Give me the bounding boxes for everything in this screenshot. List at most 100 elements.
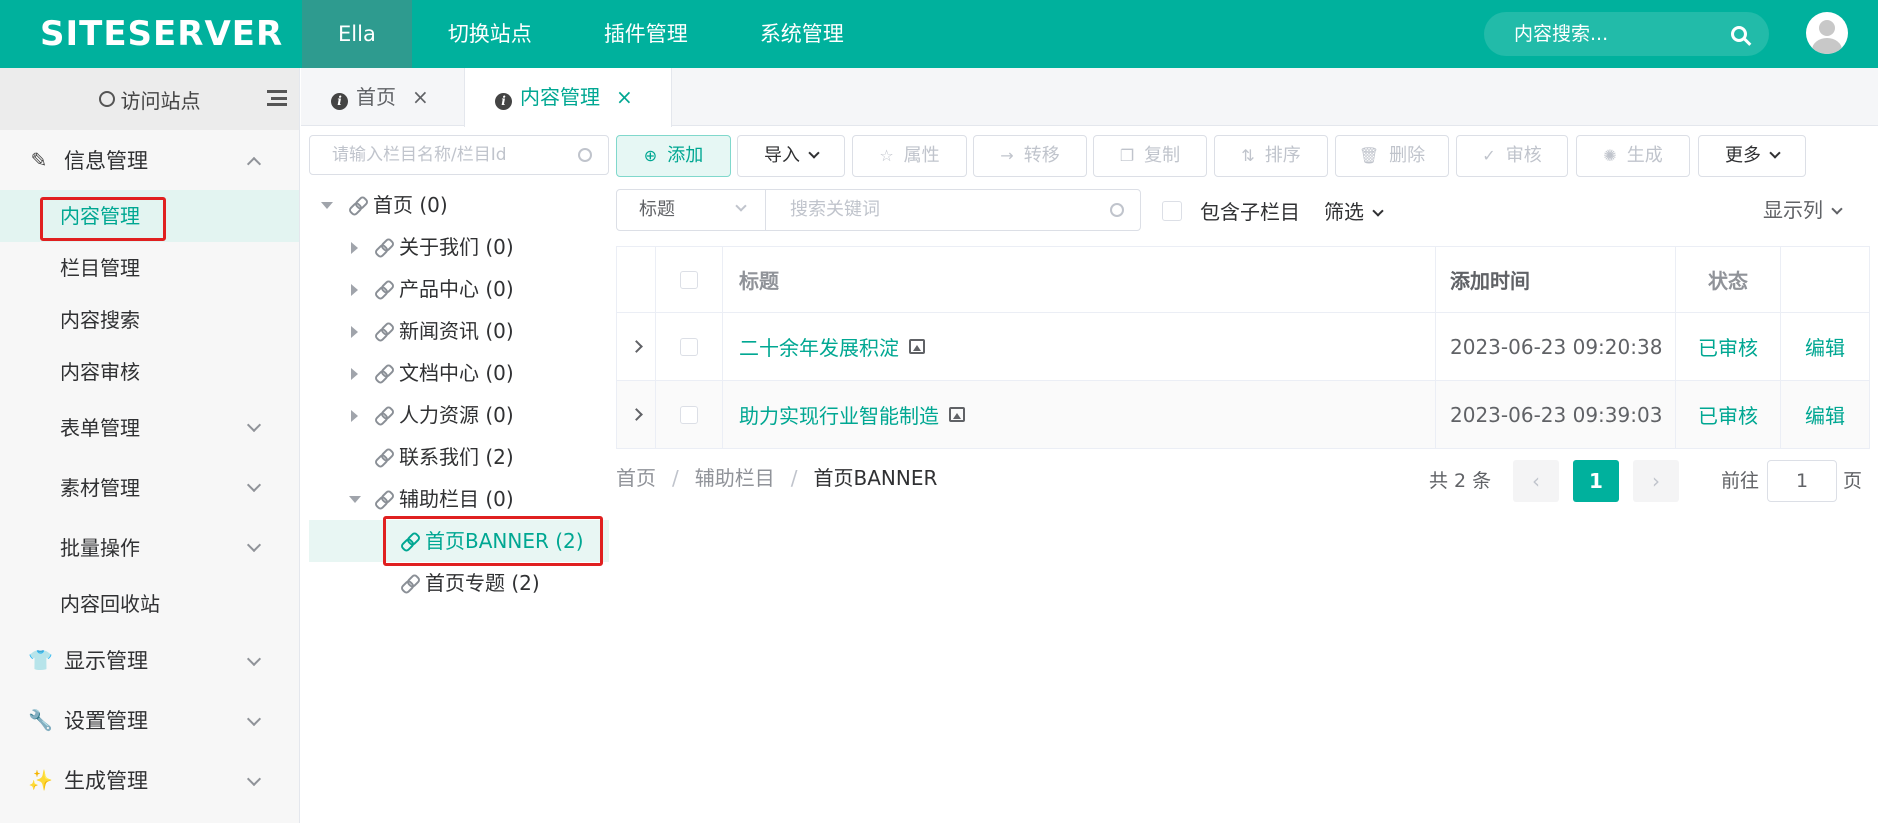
status-cell[interactable]: 已审核 xyxy=(1676,313,1781,380)
breadcrumb-item[interactable]: 首页 xyxy=(616,466,656,490)
select-all-checkbox[interactable] xyxy=(680,270,698,289)
siteserver-logo[interactable]: SITESERVER xyxy=(40,12,283,56)
tree-node[interactable]: 新闻资讯 (0) xyxy=(309,310,609,352)
search-icon[interactable] xyxy=(1731,26,1747,42)
nav-system[interactable]: 系统管理 xyxy=(724,0,880,68)
content-search-input[interactable]: 内容搜索... xyxy=(1484,12,1769,56)
content-title-link[interactable]: 助力实现行业智能制造 xyxy=(739,400,939,429)
link-icon xyxy=(349,197,365,213)
nav-site-ella[interactable]: Ella xyxy=(302,0,412,68)
filter-dropdown[interactable]: 筛选 xyxy=(1324,196,1384,225)
generate-button[interactable]: ✺ 生成 xyxy=(1576,135,1690,177)
row-checkbox[interactable] xyxy=(680,405,698,424)
check-circle-icon: ✓ xyxy=(1482,146,1496,165)
tree-node[interactable]: 首页 (0) xyxy=(309,184,609,226)
caret-right-icon[interactable] xyxy=(351,242,358,254)
loading-icon: ✺ xyxy=(1603,146,1617,165)
caret-down-icon[interactable] xyxy=(321,202,333,209)
edit-link[interactable]: 编辑 xyxy=(1781,381,1869,448)
tree-node-label: 首页专题 (2) xyxy=(425,571,540,595)
title-column-header[interactable]: 标题 xyxy=(723,247,1436,312)
include-children-checkbox[interactable]: 包含子栏目 xyxy=(1162,196,1300,225)
status-column-header[interactable]: 状态 xyxy=(1676,247,1781,312)
keyword-input[interactable]: 搜索关键词 xyxy=(765,189,1141,231)
copy-button[interactable]: ❐ 复制 xyxy=(1093,135,1207,177)
close-icon[interactable]: × xyxy=(616,85,633,109)
page-1-button[interactable]: 1 xyxy=(1573,460,1619,502)
tree-node[interactable]: 联系我们 (2) xyxy=(309,436,609,478)
user-avatar[interactable] xyxy=(1806,12,1848,54)
tree-node-label: 文档中心 (0) xyxy=(399,361,514,385)
next-page-button[interactable]: › xyxy=(1633,460,1679,502)
search-field-select[interactable]: 标题 xyxy=(616,189,766,231)
sidebar-item-recycle[interactable]: 内容回收站 xyxy=(0,578,299,630)
caret-right-icon[interactable] xyxy=(351,284,358,296)
tree-node[interactable]: 产品中心 (0) xyxy=(309,268,609,310)
expand-cell[interactable] xyxy=(617,381,656,448)
attributes-button[interactable]: ☆ 属性 xyxy=(852,135,967,177)
sidebar-group-info[interactable]: ✎ 信息管理 xyxy=(0,130,299,190)
status-cell[interactable]: 已审核 xyxy=(1676,381,1781,448)
sidebar-item-content-search[interactable]: 内容搜索 xyxy=(0,294,299,346)
chevron-right-icon[interactable] xyxy=(629,340,643,353)
visit-site-button[interactable]: 访问站点 xyxy=(0,68,299,130)
avatar-body-icon xyxy=(1812,38,1842,54)
filter-label: 筛选 xyxy=(1324,200,1364,224)
move-button[interactable]: → 转移 xyxy=(973,135,1087,177)
tree-node-label: 辅助栏目 (0) xyxy=(399,487,514,511)
more-button[interactable]: 更多 xyxy=(1698,135,1806,177)
tree-node[interactable]: 人力资源 (0) xyxy=(309,394,609,436)
sidebar-item-channels[interactable]: 栏目管理 xyxy=(0,242,299,294)
add-button[interactable]: ⊕ 添加 xyxy=(616,135,731,177)
audit-button[interactable]: ✓ 审核 xyxy=(1456,135,1568,177)
sidebar-group-settings[interactable]: 🔧 设置管理 xyxy=(0,690,299,750)
content-title-link[interactable]: 二十余年发展积淀 xyxy=(739,332,899,361)
breadcrumb-item[interactable]: 辅助栏目 xyxy=(695,466,775,490)
tree-node[interactable]: 辅助栏目 (0) xyxy=(309,478,609,520)
sidebar-item-batch[interactable]: 批量操作 xyxy=(0,518,299,578)
delete-button[interactable]: 🗑 删除 xyxy=(1335,135,1449,177)
nav-switch-site[interactable]: 切换站点 xyxy=(412,0,568,68)
pagination-total: 共 2 条 xyxy=(1429,470,1492,492)
tree-node-label: 产品中心 (0) xyxy=(399,277,514,301)
row-checkbox[interactable] xyxy=(680,337,698,356)
caret-down-icon[interactable] xyxy=(349,496,361,503)
caret-right-icon[interactable] xyxy=(351,410,358,422)
time-column-header[interactable]: 添加时间 xyxy=(1436,247,1676,312)
table-row: 助力实现行业智能制造 2023-06-23 09:39:03 已审核 编辑 xyxy=(617,381,1869,448)
sort-button[interactable]: ⇅ 排序 xyxy=(1214,135,1328,177)
sidebar-item-batch-label: 批量操作 xyxy=(60,536,140,560)
nav-plugins[interactable]: 插件管理 xyxy=(568,0,724,68)
import-button[interactable]: 导入 xyxy=(737,135,845,177)
channel-search-input[interactable]: 请输入栏目名称/栏目Id xyxy=(309,135,609,175)
expand-cell[interactable] xyxy=(617,313,656,380)
edit-link[interactable]: 编辑 xyxy=(1781,313,1869,380)
breadcrumb-separator: / xyxy=(790,466,798,490)
tree-node[interactable]: 文档中心 (0) xyxy=(309,352,609,394)
prev-page-button[interactable]: ‹ xyxy=(1513,460,1559,502)
sidebar-item-materials[interactable]: 素材管理 xyxy=(0,458,299,518)
link-icon xyxy=(375,407,391,423)
sidebar-item-forms[interactable]: 表单管理 xyxy=(0,398,299,458)
checkbox[interactable] xyxy=(1162,200,1182,221)
chevron-right-icon[interactable] xyxy=(629,408,643,421)
close-icon[interactable]: × xyxy=(412,85,429,109)
search-icon[interactable] xyxy=(1110,203,1124,217)
top-nav: Ella 切换站点 插件管理 系统管理 xyxy=(302,0,880,68)
caret-right-icon[interactable] xyxy=(351,368,358,380)
sidebar-item-content-audit[interactable]: 内容审核 xyxy=(0,346,299,398)
tree-node[interactable]: 首页专题 (2) xyxy=(309,562,609,604)
sidebar-group-display[interactable]: 👕 显示管理 xyxy=(0,630,299,690)
collapse-menu-icon[interactable] xyxy=(267,90,287,106)
copy-label: 复制 xyxy=(1144,145,1181,166)
goto-page-input[interactable]: 1 xyxy=(1767,460,1837,502)
tab-home[interactable]: i 首页 × xyxy=(301,68,464,126)
display-columns-dropdown[interactable]: 显示列 xyxy=(1763,194,1843,223)
tab-home-label: 首页 xyxy=(356,85,396,109)
sidebar-group-generate[interactable]: ✨ 生成管理 xyxy=(0,750,299,810)
tree-node[interactable]: 关于我们 (0) xyxy=(309,226,609,268)
link-icon xyxy=(375,239,391,255)
info-icon: i xyxy=(495,93,512,110)
tab-content-management[interactable]: i 内容管理 × xyxy=(464,68,672,127)
caret-right-icon[interactable] xyxy=(351,326,358,338)
